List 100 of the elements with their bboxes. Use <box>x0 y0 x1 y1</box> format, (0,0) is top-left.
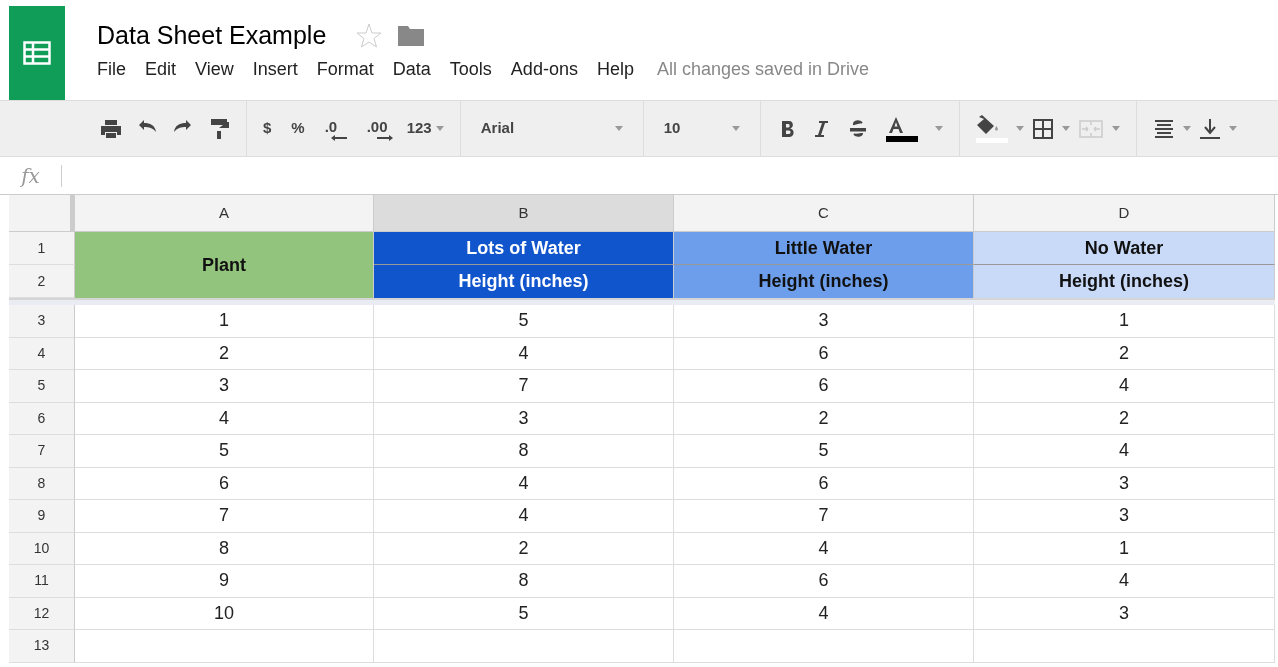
borders-icon[interactable] <box>1031 117 1054 140</box>
row-header[interactable]: 3 <box>9 305 75 338</box>
caret-icon[interactable] <box>1015 126 1024 131</box>
menu-item[interactable]: Tools <box>449 56 492 83</box>
table-cell: 3 <box>374 402 674 435</box>
menu-item[interactable]: Edit <box>145 56 177 83</box>
freeze-bar[interactable] <box>9 298 1275 305</box>
align-icon[interactable] <box>1152 117 1175 140</box>
font-dropdown[interactable]: Arial <box>476 117 627 140</box>
menu-item[interactable]: Format <box>316 56 374 83</box>
table-cell: 4 <box>374 467 674 500</box>
header-cell: Height (inches) <box>374 265 674 298</box>
table-cell: 5 <box>374 305 674 338</box>
table-cell: 1 <box>75 305 374 338</box>
table-cell: 5 <box>374 597 674 630</box>
empty-cell[interactable] <box>674 630 974 663</box>
row-header[interactable]: 2 <box>9 265 75 298</box>
folder-icon[interactable] <box>398 26 425 46</box>
row-header[interactable]: 9 <box>9 500 75 533</box>
caret-icon[interactable] <box>934 126 943 131</box>
table-cell: 3 <box>75 370 374 403</box>
column-header[interactable]: A <box>75 195 374 232</box>
vertical-align-icon[interactable] <box>1198 117 1221 140</box>
table-cell: 9 <box>75 565 374 598</box>
menu-item[interactable]: Data <box>392 56 431 83</box>
menu-item[interactable]: View <box>195 56 234 83</box>
table-cell: 4 <box>374 337 674 370</box>
document-title[interactable]: Data Sheet Example <box>97 20 327 50</box>
table-cell: 3 <box>674 305 974 338</box>
table-cell: 3 <box>974 467 1275 500</box>
table-cell: 2 <box>674 402 974 435</box>
row-header[interactable]: 12 <box>9 597 75 630</box>
row-header[interactable]: 10 <box>9 532 75 565</box>
column-header[interactable]: D <box>974 195 1275 232</box>
app-logo[interactable] <box>9 6 65 100</box>
table-cell: 10 <box>75 597 374 630</box>
menu-item[interactable]: File <box>97 56 126 83</box>
table-cell: 1 <box>974 305 1275 338</box>
select-all-corner[interactable] <box>9 195 75 232</box>
header-cell: Little Water <box>674 232 974 265</box>
table-cell: 6 <box>674 370 974 403</box>
empty-cell[interactable] <box>974 630 1275 663</box>
menu-item[interactable]: Insert <box>252 56 298 83</box>
row-header[interactable]: 13 <box>9 630 75 663</box>
caret-icon[interactable] <box>1111 126 1120 131</box>
currency-button[interactable]: $ <box>263 117 272 140</box>
table-cell: 2 <box>974 402 1275 435</box>
table-cell: 7 <box>674 500 974 533</box>
menu-item[interactable]: Add-ons <box>510 56 578 83</box>
table-cell: 4 <box>75 402 374 435</box>
percent-button[interactable]: % <box>291 117 305 140</box>
caret-icon[interactable] <box>614 126 623 131</box>
caret-icon[interactable] <box>1182 126 1191 131</box>
table-cell: 6 <box>674 337 974 370</box>
empty-cell[interactable] <box>374 630 674 663</box>
row-header[interactable]: 5 <box>9 370 75 403</box>
paint-roller-icon[interactable] <box>208 117 230 140</box>
table-cell: 4 <box>374 500 674 533</box>
right-arrow-icon <box>376 135 393 142</box>
table-cell: 4 <box>674 597 974 630</box>
row-header[interactable]: 4 <box>9 337 75 370</box>
table-cell: 6 <box>75 467 374 500</box>
row-header[interactable]: 1 <box>9 232 75 265</box>
caret-icon[interactable] <box>1061 126 1070 131</box>
table-cell: 1 <box>974 532 1275 565</box>
column-header[interactable]: B <box>374 195 674 232</box>
table-cell: 8 <box>75 532 374 565</box>
table-cell: 8 <box>374 565 674 598</box>
table-cell: 6 <box>674 467 974 500</box>
caret-icon[interactable] <box>731 126 740 131</box>
formula-label: fx <box>0 164 62 187</box>
print-icon[interactable] <box>100 117 122 140</box>
caret-icon[interactable] <box>1228 126 1237 131</box>
caret-icon[interactable] <box>435 126 444 131</box>
menu-item[interactable]: Help <box>596 56 634 83</box>
column-header[interactable]: C <box>674 195 974 232</box>
row-header[interactable]: 7 <box>9 435 75 468</box>
table-cell: 6 <box>674 565 974 598</box>
increase-decimals-button[interactable]: .00 <box>366 115 393 142</box>
row-header[interactable]: 11 <box>9 565 75 598</box>
text-color-icon[interactable] <box>884 115 919 142</box>
save-status: All changes saved in Drive <box>656 58 870 81</box>
fill-color-icon[interactable] <box>975 114 1008 143</box>
table-cell: 2 <box>974 337 1275 370</box>
header-cell: Height (inches) <box>974 265 1275 298</box>
number-format-dropdown[interactable]: 123 <box>406 117 444 140</box>
row-header[interactable]: 8 <box>9 467 75 500</box>
header-cell: Plant <box>75 232 374 298</box>
row-header[interactable]: 6 <box>9 402 75 435</box>
decrease-decimals-button[interactable]: .0 <box>324 115 347 142</box>
table-cell: 4 <box>674 532 974 565</box>
table-cell: 4 <box>974 370 1275 403</box>
table-cell: 7 <box>75 500 374 533</box>
table-cell: 3 <box>974 500 1275 533</box>
table-cell: 3 <box>974 597 1275 630</box>
header-cell: No Water <box>974 232 1275 265</box>
font-size-dropdown[interactable]: 10 <box>659 117 744 140</box>
star-icon[interactable] <box>356 22 383 48</box>
table-cell: 5 <box>674 435 974 468</box>
table-cell: 4 <box>974 435 1275 468</box>
